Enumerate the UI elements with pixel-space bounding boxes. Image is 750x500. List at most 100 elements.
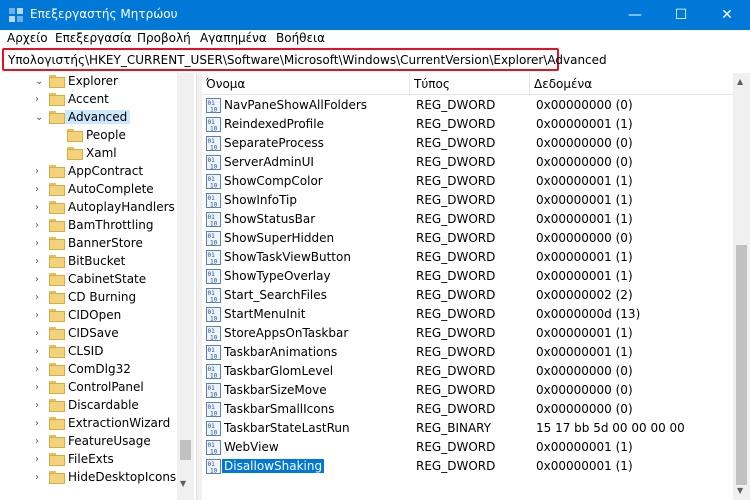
chevron-right-icon[interactable]: › [35, 451, 45, 469]
tree-scroll-thumb[interactable] [180, 440, 191, 460]
chevron-right-icon[interactable]: › [35, 343, 45, 361]
maximize-button[interactable]: ☐ [658, 0, 704, 30]
value-row[interactable]: 01 10 StoreAppsOnTaskbar REG_DWORD 0x0000000… [202, 324, 733, 343]
tree-node[interactable]: ⌄ Advanced [0, 109, 177, 127]
reg-dword-icon: 01 10 [206, 345, 221, 361]
chevron-down-icon[interactable]: ⌄ [35, 73, 45, 91]
value-row[interactable]: 01 10 ServerAdminUI REG_DWORD 0x00000000 (0) [202, 153, 733, 172]
list-scroll-up-icon[interactable]: ▲ [737, 77, 743, 86]
chevron-right-icon[interactable]: › [35, 253, 45, 271]
tree-node[interactable]: › AutoplayHandlers [0, 199, 177, 217]
address-bar[interactable]: Υπολογιστής\HKEY_CURRENT_USER\Software\M… [2, 48, 607, 71]
value-row[interactable]: 01 10 ShowTypeOverlay REG_DWORD 0x00000001 (… [202, 267, 733, 286]
tree-node[interactable]: › ControlPanel [0, 379, 177, 397]
menu-edit[interactable]: Επεξεργασία [55, 31, 132, 45]
value-row[interactable]: 01 10 TaskbarSizeMove REG_DWORD 0x00000000 (… [202, 381, 733, 400]
list-scroll-down-icon[interactable]: ▼ [737, 486, 743, 495]
chevron-right-icon[interactable]: › [35, 91, 45, 109]
value-row[interactable]: 01 10 ShowTaskViewButton REG_DWORD 0x0000000… [202, 248, 733, 267]
value-row[interactable]: 01 10 ShowInfoTip REG_DWORD 0x00000001 (1) [202, 191, 733, 210]
tree-node-label: Explorer [68, 74, 118, 88]
tree-node[interactable]: ⌄ Explorer [0, 73, 177, 91]
value-row[interactable]: 01 10 ShowCompColor REG_DWORD 0x00000001 (1) [202, 172, 733, 191]
title-bar[interactable]: Επεξεργαστής Μητρώου — ☐ ✕ [0, 0, 750, 30]
value-row[interactable]: 01 10 TaskbarGlomLevel REG_DWORD 0x00000000 … [202, 362, 733, 381]
tree-node[interactable]: › ComDlg32 [0, 361, 177, 379]
menu-bar: Αρχείο Επεξεργασία Προβολή Αγαπημένα Βοή… [0, 30, 750, 48]
tree-node[interactable]: › CIDSave [0, 325, 177, 343]
tree-node[interactable]: › CD Burning [0, 289, 177, 307]
tree-scrollbar[interactable]: ▼ [177, 73, 194, 500]
reg-dword-icon: 01 10 [206, 212, 221, 228]
key-tree[interactable]: ⌄ Explorer › Accent ⌄ Advanced People Xaml › AppC… [0, 73, 196, 500]
tree-node[interactable]: › CabinetState [0, 271, 177, 289]
tree-node[interactable]: People [0, 127, 177, 145]
value-row[interactable]: 01 10 TaskbarSmallIcons REG_DWORD 0x00000000… [202, 400, 733, 419]
column-name[interactable]: Όνομα [202, 73, 410, 95]
tree-node[interactable]: › ExtractionWizard [0, 415, 177, 433]
value-row[interactable]: 01 10 ReindexedProfile REG_DWORD 0x00000001 … [202, 115, 733, 134]
tree-node-label: Discardable [68, 398, 139, 412]
chevron-right-icon[interactable]: › [35, 397, 45, 415]
tree-node[interactable]: › Discardable [0, 397, 177, 415]
value-row[interactable]: 01 10 StartMenuInit REG_DWORD 0x0000000d (13… [202, 305, 733, 324]
tree-node[interactable]: › BitBucket [0, 253, 177, 271]
chevron-right-icon[interactable]: › [35, 361, 45, 379]
tree-node[interactable]: › Accent [0, 91, 177, 109]
chevron-right-icon[interactable]: › [35, 271, 45, 289]
value-type: REG_DWORD [416, 269, 496, 283]
minimize-button[interactable]: — [612, 0, 658, 30]
menu-file[interactable]: Αρχείο [7, 31, 48, 45]
tree-node[interactable]: Xaml [0, 145, 177, 163]
value-row[interactable]: 01 10 TaskbarStateLastRun REG_BINARY 15 17 b… [202, 419, 733, 438]
svg-text:10: 10 [210, 183, 218, 190]
tree-node[interactable]: › AppContract [0, 163, 177, 181]
tree-node[interactable]: › FileExts [0, 451, 177, 469]
column-type[interactable]: Τύπος [410, 73, 530, 95]
tree-node[interactable]: › BannerStore [0, 235, 177, 253]
chevron-right-icon[interactable]: › [35, 469, 45, 487]
close-button[interactable]: ✕ [704, 0, 750, 30]
value-row[interactable]: 01 10 Start_SearchFiles REG_DWORD 0x00000002… [202, 286, 733, 305]
tree-node[interactable]: › AutoComplete [0, 181, 177, 199]
value-row[interactable]: 01 10 NavPaneShowAllFolders REG_DWORD 0x0000… [202, 96, 733, 115]
chevron-right-icon[interactable]: › [35, 217, 45, 235]
chevron-down-icon[interactable]: ⌄ [35, 109, 45, 127]
tree-node-label: CLSID [68, 344, 104, 358]
folder-icon [49, 255, 65, 268]
column-data[interactable]: Δεδομένα [530, 73, 733, 95]
value-row[interactable]: 01 10 DisallowShaking REG_DWORD 0x00000001 (… [202, 457, 733, 476]
chevron-right-icon[interactable]: › [35, 289, 45, 307]
chevron-right-icon[interactable]: › [35, 325, 45, 343]
value-row[interactable]: 01 10 ShowSuperHidden REG_DWORD 0x00000000 (… [202, 229, 733, 248]
value-type: REG_DWORD [416, 440, 496, 454]
list-header: Όνομα Τύπος Δεδομένα [202, 73, 733, 95]
values-list[interactable]: Όνομα Τύπος Δεδομένα 01 10 NavPaneShowAllF… [202, 73, 733, 500]
menu-favorites[interactable]: Αγαπημένα [200, 31, 267, 45]
chevron-right-icon[interactable]: › [35, 181, 45, 199]
list-scrollbar[interactable]: ▲ ▼ [733, 73, 750, 500]
tree-node[interactable]: › FeatureUsage [0, 433, 177, 451]
menu-help[interactable]: Βοήθεια [276, 31, 325, 45]
value-row[interactable]: 01 10 SeparateProcess REG_DWORD 0x00000000 (… [202, 134, 733, 153]
menu-view[interactable]: Προβολή [137, 31, 191, 45]
chevron-right-icon[interactable]: › [35, 163, 45, 181]
chevron-right-icon[interactable]: › [35, 379, 45, 397]
chevron-right-icon[interactable]: › [35, 199, 45, 217]
chevron-right-icon[interactable]: › [35, 307, 45, 325]
tree-node-label: FeatureUsage [68, 434, 151, 448]
value-row[interactable]: 01 10 WebView REG_DWORD 0x00000001 (1) [202, 438, 733, 457]
chevron-right-icon[interactable]: › [35, 235, 45, 253]
tree-node[interactable]: › BamThrottling [0, 217, 177, 235]
value-row[interactable]: 01 10 TaskbarAnimations REG_DWORD 0x00000001… [202, 343, 733, 362]
tree-scroll-down-icon[interactable]: ▼ [180, 479, 186, 488]
tree-node[interactable]: › HideDesktopIcons [0, 469, 177, 487]
chevron-right-icon[interactable]: › [35, 415, 45, 433]
tree-node[interactable]: › CIDOpen [0, 307, 177, 325]
address-path[interactable]: Υπολογιστής\HKEY_CURRENT_USER\Software\M… [8, 53, 607, 67]
chevron-right-icon[interactable]: › [35, 433, 45, 451]
value-data: 0x00000001 (1) [536, 345, 633, 359]
list-scroll-thumb[interactable] [736, 245, 747, 485]
tree-node[interactable]: › CLSID [0, 343, 177, 361]
value-row[interactable]: 01 10 ShowStatusBar REG_DWORD 0x00000001 (1) [202, 210, 733, 229]
